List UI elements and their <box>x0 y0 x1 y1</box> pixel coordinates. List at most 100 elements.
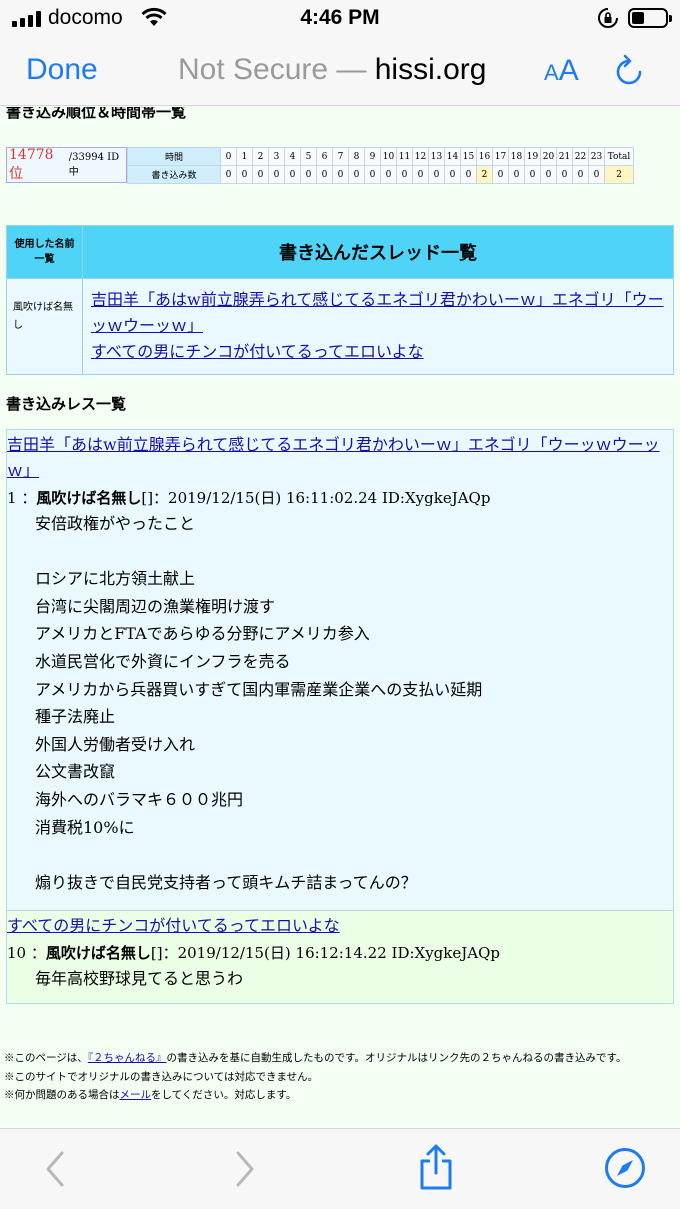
counts-row: 書き込み数 0000000000000000200000002 <box>127 165 634 184</box>
status-bar: docomo 4:46 PM <box>0 0 680 38</box>
hour-cell: 0 <box>220 147 237 166</box>
hourly-post-table: 時間 0 1 2 3 4 5 6 7 8 9 10 11 12 13 14 15 16 17 18 19 20 21 22 2… <box>127 147 634 184</box>
name-used: 風吹けば名無し <box>7 279 83 374</box>
rank-box: 14778 位/33994 ID中 <box>6 147 127 183</box>
2ch-link[interactable]: 『２ちゃんねる』 <box>88 1052 167 1064</box>
count-cell: 0 <box>316 165 333 184</box>
count-header: 書き込み数 <box>127 165 221 184</box>
hour-cell: 5 <box>300 147 317 166</box>
count-cell: 0 <box>508 165 525 184</box>
count-cell: 0 <box>284 165 301 184</box>
back-icon[interactable] <box>42 1149 68 1189</box>
post-thread-link[interactable]: 吉田羊「あはw前立腺弄られて感じてるエネゴリ君かわいーｗ」エネゴリ「ウーッｗウー… <box>7 435 660 480</box>
rotation-lock-icon <box>598 8 618 28</box>
section-title-ranking: 書き込み順位＆時間帯一覧 <box>6 107 187 121</box>
post-number: 1 <box>7 489 17 507</box>
time-header: 時間 <box>127 147 221 166</box>
hour-cell: Total <box>604 147 634 166</box>
hour-cell: 1 <box>236 147 253 166</box>
section-title-posts: 書き込みレス一覧 <box>6 395 127 413</box>
page-footer: ※このページは、『２ちゃんねる』の書き込みを基に自動生成したものです。オリジナル… <box>4 1052 627 1101</box>
hour-cell: 21 <box>556 147 573 166</box>
hour-cell: 18 <box>508 147 525 166</box>
posts-list: 吉田羊「あはw前立腺弄られて感じてるエネゴリ君かわいーｗ」エネゴリ「ウーッｗウー… <box>6 429 674 1004</box>
post-number: 10 <box>7 944 27 963</box>
clock: 4:46 PM <box>300 6 380 29</box>
count-cell: 0 <box>348 165 365 184</box>
hour-cell: 4 <box>284 147 301 166</box>
count-cell: 0 <box>380 165 397 184</box>
security-label: Not Secure — <box>178 53 375 86</box>
post-body: 安倍政権がやったこと ロシアに北方領土献上 台湾に尖閣周辺の漁業権明け渡す アメ… <box>35 514 483 892</box>
post-author: 風吹けば名無し <box>36 489 142 507</box>
count-cell: 0 <box>588 165 605 184</box>
hour-cell: 11 <box>396 147 413 166</box>
thread-link-2[interactable]: すべての男にチンコが付いてるってエロいよな <box>91 342 424 361</box>
post-meta: []：2019/12/15(日) 16:12:14.22 ID:XygkeJAQ… <box>150 944 500 963</box>
bottom-toolbar <box>0 1128 680 1209</box>
mail-link[interactable]: メール <box>120 1089 152 1101</box>
reload-icon[interactable] <box>614 54 644 88</box>
count-cell: 0 <box>524 165 541 184</box>
hour-cell: 22 <box>572 147 589 166</box>
count-cell: 0 <box>444 165 461 184</box>
count-cell: 0 <box>220 165 237 184</box>
address-bar[interactable]: Not Secure — hissi.org <box>178 53 486 87</box>
count-cell: 0 <box>540 165 557 184</box>
count-cell: 0 <box>396 165 413 184</box>
hour-cell: 23 <box>588 147 605 166</box>
count-cell: 2 <box>476 165 493 184</box>
hour-cell: 9 <box>364 147 381 166</box>
hour-cell: 13 <box>428 147 445 166</box>
battery-icon <box>628 8 672 28</box>
count-cell: 0 <box>236 165 253 184</box>
hour-cell: 19 <box>524 147 541 166</box>
post-header: 1 ：風吹けば名無し[]：2019/12/15(日) 16:11:02.24 I… <box>7 489 491 507</box>
count-cell: 0 <box>252 165 269 184</box>
count-cell: 0 <box>332 165 349 184</box>
hour-cell: 17 <box>492 147 509 166</box>
hour-cell: 6 <box>316 147 333 166</box>
compass-icon[interactable] <box>604 1147 646 1189</box>
count-cell: 0 <box>300 165 317 184</box>
count-cell: 0 <box>556 165 573 184</box>
post-body: 毎年高校野球見てると思うわ <box>35 969 244 989</box>
count-cell: 0 <box>364 165 381 184</box>
rank-total: /33994 ID中 <box>68 152 120 178</box>
post-author: 風吹けば名無し <box>45 944 151 963</box>
hour-cell: 8 <box>348 147 365 166</box>
count-cell: 0 <box>268 165 285 184</box>
count-cell: 2 <box>604 165 634 184</box>
hour-cell: 12 <box>412 147 429 166</box>
post-meta: []：2019/12/15(日) 16:11:02.24 ID:XygkeJAQ… <box>141 489 491 507</box>
hour-cell: 3 <box>268 147 285 166</box>
count-cell: 0 <box>412 165 429 184</box>
browser-top-bar: Done Not Secure — hissi.org AA <box>0 38 680 106</box>
text-size-button[interactable]: AA <box>544 54 579 88</box>
post-header: 10 ：風吹けば名無し[]：2019/12/15(日) 16:12:14.22 … <box>7 944 500 963</box>
threads-header: 書き込んだスレッド一覧 <box>83 226 673 278</box>
hour-cell: 14 <box>444 147 461 166</box>
post-thread-link[interactable]: すべての男にチンコが付いてるってエロいよな <box>7 916 340 935</box>
done-button[interactable]: Done <box>26 53 98 87</box>
names-used-header: 使用した名前一覧 <box>7 226 83 278</box>
count-cell: 0 <box>572 165 589 184</box>
hours-row: 時間 0 1 2 3 4 5 6 7 8 9 10 11 12 13 14 15 16 17 18 19 20 21 22 2… <box>127 147 634 166</box>
threads-table: 使用した名前一覧 書き込んだスレッド一覧 風吹けば名無し 吉田羊「あはw前立腺弄… <box>6 225 674 375</box>
post-item: すべての男にチンコが付いてるってエロいよな 10 ：風吹けば名無し[]：2019… <box>7 910 673 1003</box>
hour-cell: 15 <box>460 147 477 166</box>
count-cell: 0 <box>460 165 477 184</box>
count-cell: 0 <box>492 165 509 184</box>
hour-cell: 2 <box>252 147 269 166</box>
count-cell: 0 <box>428 165 445 184</box>
hour-cell: 7 <box>332 147 349 166</box>
hour-cell: 16 <box>476 147 493 166</box>
hour-cell: 10 <box>380 147 397 166</box>
thread-link-1[interactable]: 吉田羊「あはw前立腺弄られて感じてるエネゴリ君かわいーｗ」エネゴリ「ウーッｗウー… <box>91 290 664 335</box>
rank-value: 14778 位 <box>9 147 54 182</box>
forward-icon[interactable] <box>232 1149 258 1189</box>
post-item: 吉田羊「あはw前立腺弄られて感じてるエネゴリ君かわいーｗ」エネゴリ「ウーッｗウー… <box>7 430 673 911</box>
hour-cell: 20 <box>540 147 557 166</box>
share-icon[interactable] <box>416 1143 456 1191</box>
host-label: hissi.org <box>374 53 487 86</box>
